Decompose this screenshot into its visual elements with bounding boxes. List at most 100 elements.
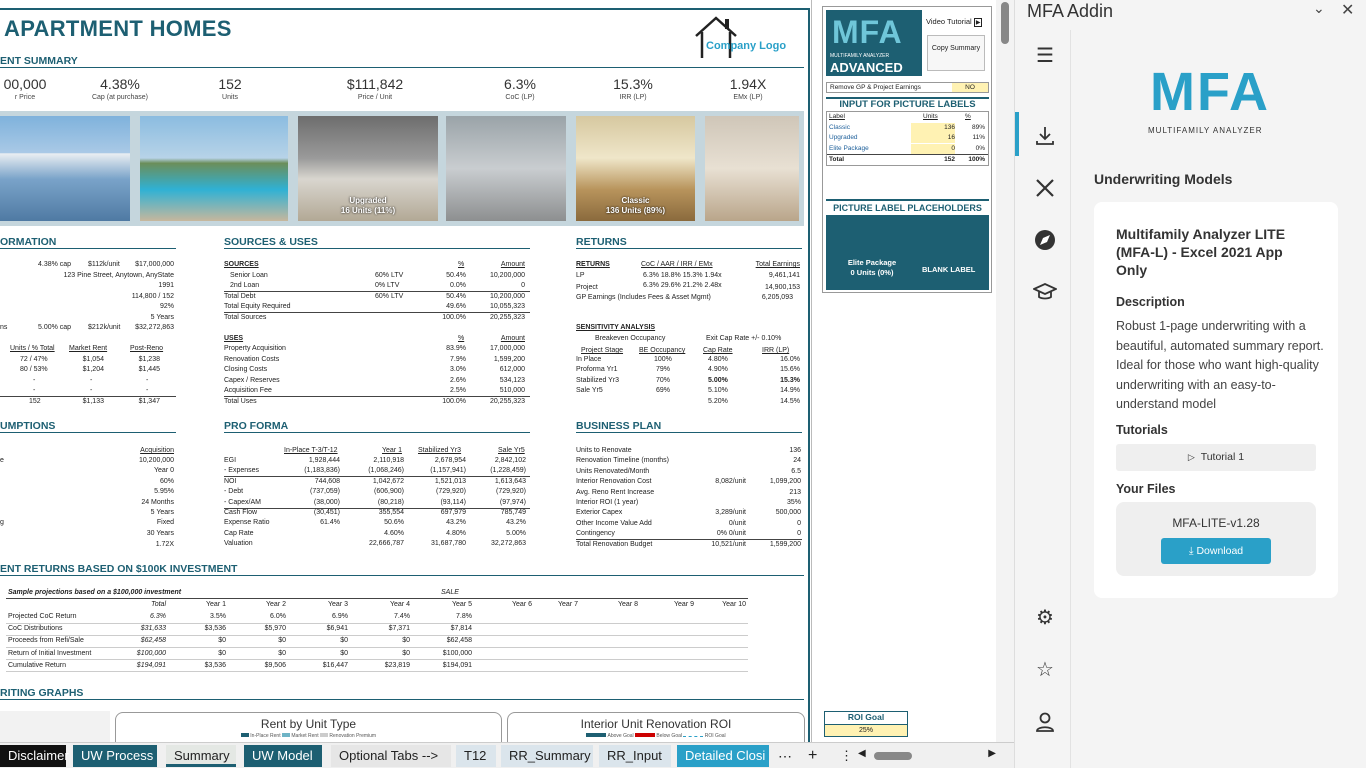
account-icon[interactable] xyxy=(1033,710,1057,734)
investment-header: Year 4 xyxy=(390,601,410,608)
pro-forma-cell: (729,920) xyxy=(496,488,526,496)
vertical-scrollbar[interactable] xyxy=(996,0,1014,742)
video-tutorial-link[interactable]: Video Tutorial ▶ xyxy=(926,17,983,27)
input-percent: 89% xyxy=(971,124,985,131)
more-tabs-icon[interactable]: ⋯ xyxy=(770,745,792,767)
download-icon[interactable] xyxy=(1033,124,1057,148)
pro-forma-cell: 43.2% xyxy=(446,519,466,527)
pro-forma-cell: (80,218) xyxy=(377,498,404,506)
kpi-cap: 4.38% Cap (at purchase) xyxy=(91,76,149,101)
tools-icon[interactable] xyxy=(1033,176,1057,200)
section-returns: RETURNS xyxy=(576,236,802,249)
business-plan-cell: 6.5 xyxy=(791,467,801,475)
section-title: Underwriting Models xyxy=(1094,171,1233,187)
input-row[interactable]: Total 152 100% xyxy=(827,153,988,165)
pro-forma-cell: 43.2% xyxy=(506,519,526,527)
tab-rr-summary[interactable]: RR_Summary xyxy=(501,745,593,767)
business-plan-cell: Interior ROI (1 year) xyxy=(576,499,639,506)
scroll-thumb[interactable] xyxy=(1001,2,1009,44)
investment-cell: $0 xyxy=(218,649,226,657)
pro-forma-cell: 32,272,863 xyxy=(490,540,526,548)
business-plan-cell: 24 xyxy=(793,457,801,465)
kpi-emx: 1.94X EMx (LP) xyxy=(729,76,767,101)
investment-cell: $62,458 xyxy=(446,637,472,645)
file-name: MFA-LITE-v1.28 xyxy=(1172,516,1260,530)
pro-forma-cell: 2,110,918 xyxy=(373,457,404,464)
download-button[interactable]: ⤓ Download xyxy=(1161,538,1271,564)
tab-options-icon[interactable]: ⋮ xyxy=(832,745,853,767)
business-plan-cell: 0 xyxy=(797,530,801,538)
remove-gp-toggle[interactable]: NO xyxy=(952,83,988,92)
tab-uw-process[interactable]: UW Process xyxy=(73,745,157,767)
kpi-coc: 6.3% CoC (LP) xyxy=(504,76,536,101)
input-label: Classic xyxy=(829,124,850,131)
business-plan-cell: 0% 0/unit xyxy=(716,530,746,538)
photo-pool xyxy=(140,116,288,221)
investment-header: Total xyxy=(151,601,166,608)
roi-goal-box: ROI Goal 25% xyxy=(824,711,908,737)
settings-icon[interactable]: ⚙ xyxy=(1033,606,1057,630)
hamburger-menu-icon[interactable]: ☰ xyxy=(1033,44,1057,68)
business-plan-cell: 1,599,200 xyxy=(769,540,801,548)
horizontal-scroll-thumb[interactable] xyxy=(874,752,912,760)
pro-forma-cell: 4.60% xyxy=(384,529,404,537)
investment-header: Year 7 xyxy=(558,601,578,608)
copy-summary-button[interactable]: Copy Summary xyxy=(927,35,985,71)
pro-forma-cell: 31,687,780 xyxy=(430,540,466,548)
investment-cell: Projected CoC Return xyxy=(8,613,77,620)
business-plan-cell: 1,099,200 xyxy=(769,478,801,486)
pro-forma-cell: - Expenses xyxy=(224,467,260,475)
input-units: 136 xyxy=(911,123,955,133)
scroll-left-icon[interactable]: ◀ xyxy=(858,748,866,759)
section-graphs: RITING GRAPHS xyxy=(0,687,804,700)
graduation-cap-icon[interactable] xyxy=(1031,280,1059,304)
tab-t12[interactable]: T12 xyxy=(456,745,496,767)
investment-cell: $16,447 xyxy=(322,661,348,669)
compass-icon[interactable] xyxy=(1033,228,1057,252)
tutorials-label: Tutorials xyxy=(1116,423,1168,437)
tab-optional[interactable]: Optional Tabs --> xyxy=(331,745,451,767)
tab-summary[interactable]: Summary xyxy=(166,745,236,767)
pro-forma-cell: 5.00% xyxy=(506,529,526,537)
pro-forma-cell: Valuation xyxy=(224,540,253,548)
tutorial-1-button[interactable]: ▷ Tutorial 1 xyxy=(1116,444,1316,471)
investment-cell: $7,371 xyxy=(388,625,410,633)
investment-cell: 6.3% xyxy=(150,613,166,620)
input-title: INPUT FOR PICTURE LABELS xyxy=(826,97,989,110)
investment-header: Year 1 xyxy=(206,601,226,608)
horizontal-scrollbar[interactable]: ◀ ▶ xyxy=(858,748,996,763)
input-row[interactable]: Classic 136 89% xyxy=(827,123,988,133)
input-label: Total xyxy=(829,155,845,163)
input-row[interactable]: Elite Package 0 0% xyxy=(827,143,988,154)
pro-forma-cell: - Debt xyxy=(224,488,244,496)
investment-cell: $194,091 xyxy=(136,661,166,669)
tab-rr-input[interactable]: RR_Input xyxy=(599,745,671,767)
business-plan-cell: 0 xyxy=(797,519,801,527)
investment-cell: Cumulative Return xyxy=(8,661,66,669)
input-label: Elite Package xyxy=(829,144,869,152)
business-plan-cell: 10,521/unit xyxy=(711,540,746,548)
spreadsheet-area[interactable]: APARTMENT HOMES Company Logo ENT SUMMARY… xyxy=(0,0,812,742)
collapse-chevron-icon[interactable]: ⌄ xyxy=(1313,0,1325,17)
investment-cell: $0 xyxy=(278,637,286,645)
addin-rail: ☰ ⚙ ☆ xyxy=(1015,30,1071,768)
close-icon[interactable]: ✕ xyxy=(1341,0,1354,20)
tab-uw-model[interactable]: UW Model xyxy=(244,745,322,767)
investment-cell: $0 xyxy=(340,637,348,645)
business-plan-cell: Units to Renovate xyxy=(576,447,632,454)
input-row[interactable]: Upgraded 16 11% xyxy=(827,133,988,144)
tab-detailed-closing[interactable]: Detailed Closi xyxy=(677,745,769,767)
tab-disclaimer[interactable]: Disclaimer xyxy=(0,745,69,767)
investment-header: Year 8 xyxy=(618,601,638,608)
pro-forma-cell: (1,183,836) xyxy=(304,467,340,475)
business-plan-cell: Other Income Value Add xyxy=(576,519,652,527)
chart-rent-by-unit: Rent by Unit Type In-Place Rent Market R… xyxy=(115,712,502,742)
star-icon[interactable]: ☆ xyxy=(1033,658,1057,682)
model-title: Multifamily Analyzer LITE (MFA-L) - Exce… xyxy=(1116,226,1286,278)
pro-forma-cell: 1,042,672 xyxy=(372,477,404,485)
roi-goal-value[interactable]: 25% xyxy=(825,725,907,736)
investment-cell: $100,000 xyxy=(442,649,472,657)
scroll-right-icon[interactable]: ▶ xyxy=(988,748,996,759)
add-sheet-icon[interactable]: + xyxy=(800,745,822,767)
pro-forma-cell: - Capex/AM xyxy=(224,498,261,506)
